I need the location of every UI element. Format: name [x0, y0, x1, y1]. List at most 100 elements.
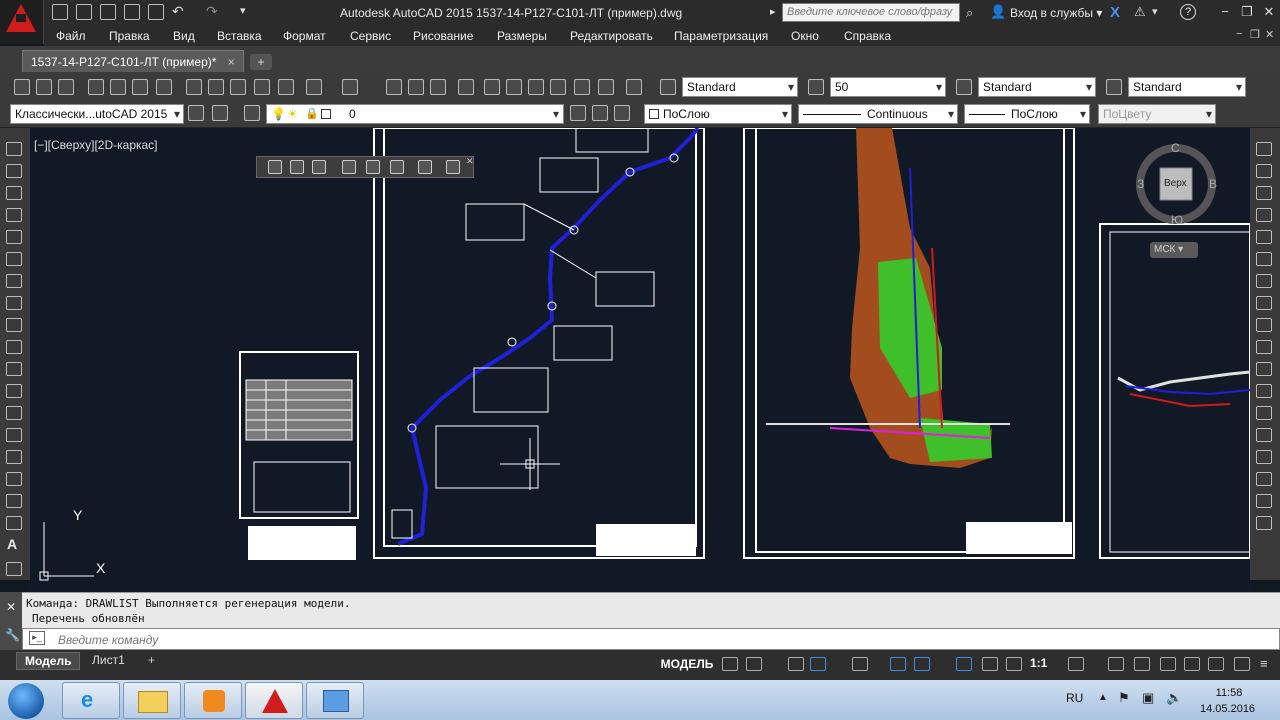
add-selected-icon[interactable]	[6, 562, 22, 576]
pan-icon[interactable]	[386, 79, 402, 95]
grid-icon[interactable]	[722, 657, 738, 671]
float-tool-6-icon[interactable]	[390, 160, 404, 174]
wrench-icon[interactable]: 🔧	[5, 628, 20, 642]
isolate-objects-icon[interactable]	[1134, 657, 1150, 671]
menu-view[interactable]: Вид	[173, 29, 195, 43]
text-style-select[interactable]: Standard	[682, 77, 798, 97]
menu-edit[interactable]: Правка	[109, 29, 150, 43]
break-icon[interactable]	[1256, 384, 1272, 398]
isodraft-icon[interactable]	[852, 657, 868, 671]
tab-layout1[interactable]: Лист1	[84, 652, 133, 670]
minimize-button[interactable]: −	[1214, 4, 1236, 22]
float-tool-3-icon[interactable]	[312, 160, 326, 174]
table-style-select[interactable]: Standard	[1128, 77, 1246, 97]
print-icon[interactable]	[148, 4, 164, 20]
float-tool-4-icon[interactable]	[342, 160, 356, 174]
object-snap-icon[interactable]	[914, 657, 930, 671]
menu-insert[interactable]: Вставка	[217, 29, 262, 43]
annotation-monitor-icon[interactable]	[1108, 657, 1124, 671]
doc-close-button[interactable]: ✕	[1265, 28, 1274, 41]
units-icon[interactable]	[1160, 657, 1176, 671]
layer-previous-icon[interactable]	[592, 105, 608, 121]
viewport-controls[interactable]: [−][Сверху][2D-каркас]	[34, 138, 158, 152]
menu-tools[interactable]: Сервис	[350, 29, 391, 43]
markup-icon[interactable]	[574, 79, 590, 95]
rotate-icon[interactable]	[1256, 274, 1272, 288]
fillet-icon[interactable]	[1256, 450, 1272, 464]
customization-menu-icon[interactable]: ≡	[1260, 656, 1268, 671]
ellipse-arc-icon[interactable]	[6, 362, 22, 376]
menu-parametric[interactable]: Параметризация	[674, 29, 768, 43]
save-icon[interactable]	[100, 4, 116, 20]
polyline-icon[interactable]	[6, 186, 22, 200]
chevron-right-icon[interactable]: ▸	[770, 5, 776, 18]
hatch-icon[interactable]	[6, 450, 22, 464]
revcloud-icon[interactable]	[6, 296, 22, 310]
media-player-taskbar-button[interactable]	[184, 682, 242, 719]
dim-style-icon[interactable]	[808, 79, 824, 95]
search-icon[interactable]: ⌕	[966, 5, 973, 21]
stretch-icon[interactable]	[1256, 318, 1272, 332]
array-icon[interactable]	[1256, 230, 1272, 244]
viewcube-east[interactable]: В	[1209, 177, 1217, 191]
qat-dropdown-icon[interactable]: ▾	[240, 4, 246, 17]
3d-print-icon[interactable]	[156, 79, 172, 95]
gradient-icon[interactable]	[6, 472, 22, 486]
preview-icon[interactable]	[110, 79, 126, 95]
doc-minimize-button[interactable]: −	[1236, 28, 1242, 40]
workspace-gear-icon[interactable]	[1068, 657, 1084, 671]
signin-link[interactable]: Вход в службы ▾	[1010, 6, 1102, 20]
qnew-icon[interactable]	[14, 79, 30, 95]
polygon-icon[interactable]	[6, 208, 22, 222]
float-tool-7-icon[interactable]	[418, 160, 432, 174]
doc-restore-button[interactable]: ❐	[1250, 28, 1260, 41]
ellipse-icon[interactable]	[6, 340, 22, 354]
dim-scale-select[interactable]: 50	[830, 77, 946, 97]
float-tool-1-icon[interactable]	[268, 160, 282, 174]
copy-icon[interactable]	[208, 79, 224, 95]
internet-explorer-taskbar-button[interactable]: e	[62, 682, 120, 719]
publish-icon[interactable]	[132, 79, 148, 95]
chamfer-icon[interactable]	[1256, 428, 1272, 442]
layer-select[interactable]: 💡 ☀ 🔒 0 ▾	[266, 104, 564, 124]
ortho-icon[interactable]	[788, 657, 804, 671]
ucs-menu[interactable]: МСК ▾	[1150, 242, 1198, 258]
menu-format[interactable]: Формат	[283, 29, 326, 43]
object-snap-tracking-icon[interactable]	[890, 657, 906, 671]
hardware-acceleration-icon[interactable]	[1208, 657, 1224, 671]
drawing-canvas[interactable]	[30, 126, 1251, 592]
gear-icon[interactable]	[188, 105, 204, 121]
dim-style-select[interactable]: Standard	[978, 77, 1096, 97]
erase-icon[interactable]	[1256, 142, 1272, 156]
mtext-icon[interactable]: A	[7, 536, 17, 552]
make-current-icon[interactable]	[570, 105, 586, 121]
region-icon[interactable]	[6, 494, 22, 508]
annotation-visibility-icon[interactable]	[956, 657, 972, 671]
clock-date[interactable]: 14.05.2016	[1200, 703, 1255, 715]
action-center-flag-icon[interactable]: ⚑	[1118, 690, 1130, 706]
float-tool-8-icon[interactable]	[446, 160, 460, 174]
viewcube-top-face[interactable]: Верх	[1164, 178, 1187, 189]
snap-icon[interactable]	[746, 657, 762, 671]
layer-state-icon[interactable]	[614, 105, 630, 121]
float-tool-5-icon[interactable]	[366, 160, 380, 174]
a360-icon[interactable]: ⚠	[1134, 4, 1146, 20]
application-menu-button[interactable]	[0, 0, 44, 44]
workspace-settings-icon[interactable]	[212, 105, 228, 121]
model-space-toggle[interactable]: МОДЕЛЬ	[658, 654, 716, 674]
spline-icon[interactable]	[6, 318, 22, 332]
arc-icon[interactable]	[6, 252, 22, 266]
explode-icon[interactable]	[1256, 494, 1272, 508]
network-icon[interactable]: ▣	[1142, 690, 1154, 706]
close-button[interactable]: ✕	[1258, 4, 1280, 22]
command-close-icon[interactable]: ✕	[6, 600, 16, 614]
autocad-taskbar-button[interactable]	[245, 682, 303, 719]
offset-icon[interactable]	[1256, 208, 1272, 222]
language-indicator[interactable]: RU	[1066, 691, 1083, 705]
command-prompt-icon[interactable]: ▸_	[29, 631, 45, 645]
control-panel-taskbar-button[interactable]	[306, 682, 364, 719]
search-input[interactable]: Введите ключевое слово/фразу	[782, 3, 960, 22]
redo-icon[interactable]: ↷	[206, 3, 218, 20]
open-icon[interactable]	[36, 79, 52, 95]
zoom-realtime-icon[interactable]	[408, 79, 424, 95]
